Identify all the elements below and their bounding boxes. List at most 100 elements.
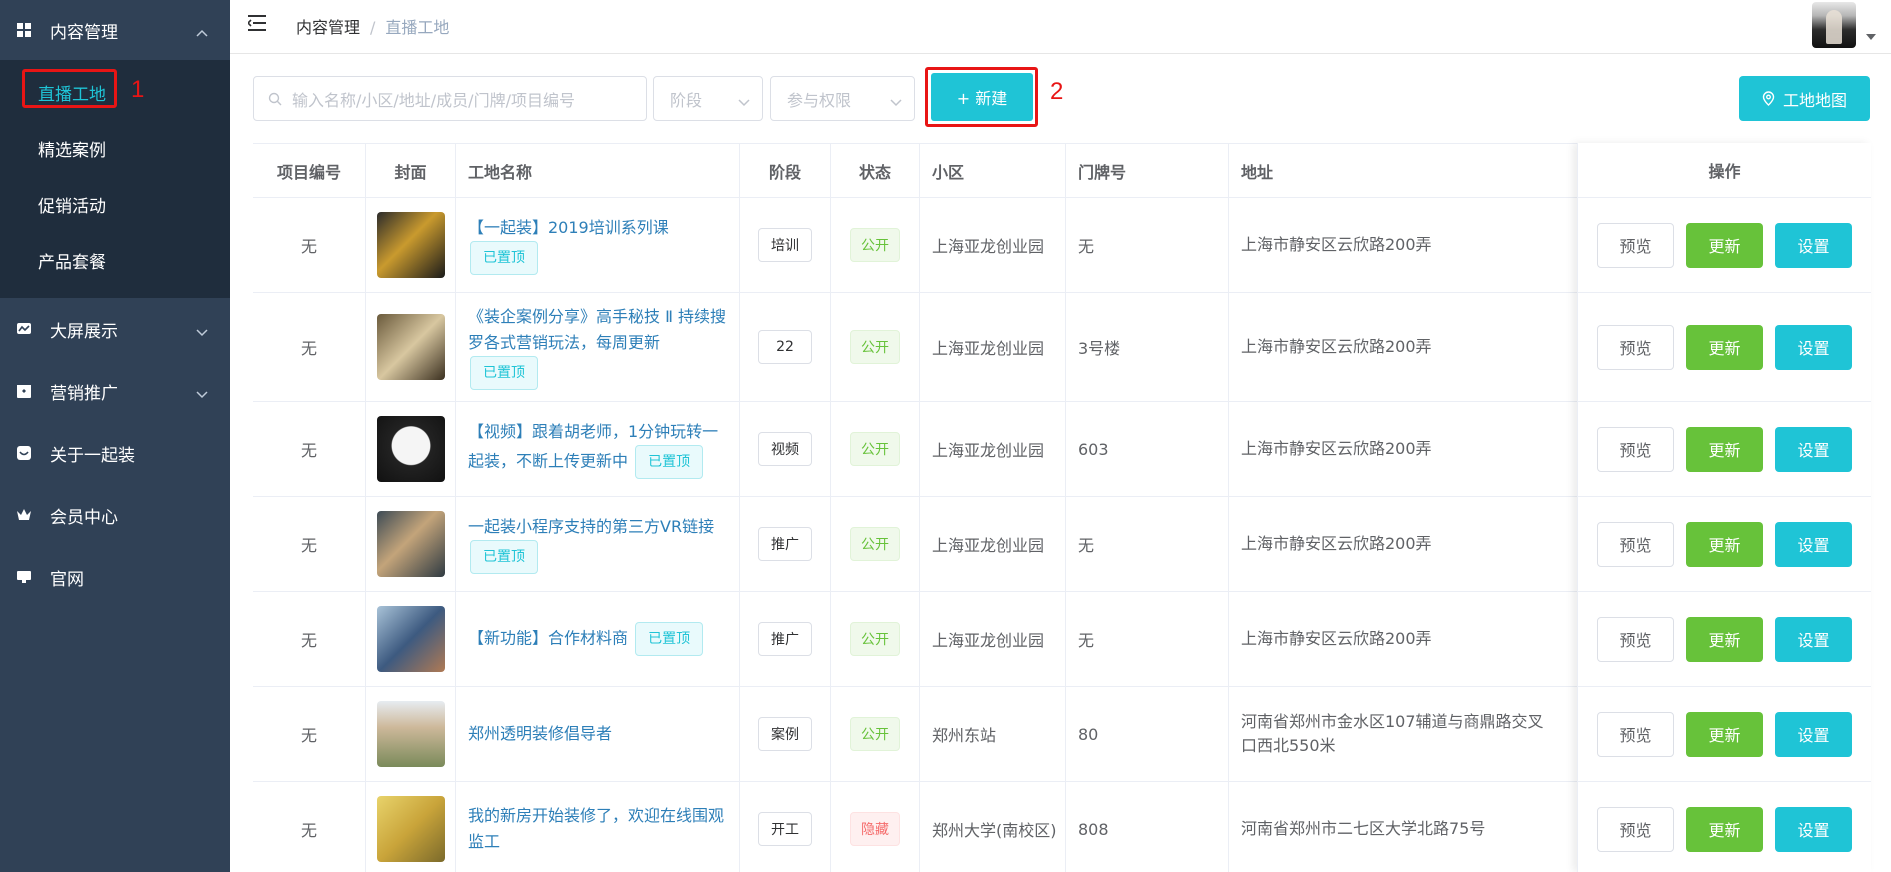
settings-button[interactable]: 设置 [1775,616,1852,662]
update-button[interactable]: 更新 [1686,324,1763,370]
site-name-link[interactable]: 一起装小程序支持的第三方VR链接 [468,517,714,536]
site-name-link[interactable]: 【新功能】合作材料商 [468,629,628,648]
settings-button[interactable]: 设置 [1775,324,1852,370]
site-name-link[interactable]: 【一起装】2019培训系列课 [468,218,669,237]
sidebar-item-about[interactable]: 关于一起装 [0,422,230,484]
status-badge: 公开 [850,432,900,466]
hamburger-icon[interactable] [246,14,268,32]
breadcrumb-item[interactable]: 内容管理 [296,18,360,37]
stage-tag: 开工 [758,812,812,846]
permission-select[interactable]: 参与权限 [770,76,915,121]
cover-image[interactable] [376,416,445,482]
sidebar-item-label: 营销推广 [50,383,118,404]
update-button[interactable]: 更新 [1686,426,1763,472]
search-placeholder: 输入名称/小区/地址/成员/门牌/项目编号 [292,90,575,110]
operations-column: 操作 预览 更新 设置 预览 更新 设置 预览 更新 设置 预览 更新 设置 预览 更新 设置 预览 更新 设置预… [1577,143,1871,872]
door-no-text: 无 [1078,631,1095,650]
update-button[interactable]: 更新 [1686,222,1763,268]
search-input[interactable]: 输入名称/小区/地址/成员/门牌/项目编号 [253,76,647,121]
caret-down-icon[interactable] [1866,34,1876,40]
cell-project-no: 无 [253,687,366,781]
update-button[interactable]: 更新 [1686,521,1763,567]
operations-body: 预览 更新 设置 预览 更新 设置 预览 更新 设置 预览 更新 设置 预览 更新 设置 预览 更新 设置 预览 更新… [1578,198,1871,872]
cover-image[interactable] [376,796,445,862]
site-name-link[interactable]: 郑州透明装修倡导者 [468,724,612,743]
site-name-link[interactable]: 我的新房开始装修了，欢迎在线围观监工 [468,806,724,851]
avatar[interactable] [1812,2,1856,48]
cell-door-no: 无 [1066,592,1229,686]
permission-placeholder: 参与权限 [787,90,852,110]
stage-tag: 培训 [758,228,812,262]
settings-button[interactable]: 设置 [1775,711,1852,757]
cell-door-no: 3号楼 [1066,293,1229,401]
col-header-project-no: 项目编号 [253,144,366,198]
site-map-button[interactable]: 工地地图 [1739,76,1870,121]
sidebar-item-website[interactable]: 官网 [0,546,230,608]
update-button[interactable]: 更新 [1686,616,1763,662]
project-no-text: 无 [300,631,317,650]
col-header-site-name: 工地名称 [456,144,740,198]
menu-label: 内容管理 [50,22,118,43]
community-text: 上海亚龙创业园 [932,441,1045,460]
address-text: 上海市静安区云欣路200弄 [1241,337,1432,356]
settings-button[interactable]: 设置 [1775,426,1852,472]
location-pin-icon [1762,91,1775,106]
cover-image[interactable] [376,606,445,672]
preview-button[interactable]: 预览 [1597,521,1674,567]
cell-project-no: 无 [253,782,366,872]
preview-button[interactable]: 预览 [1597,222,1674,268]
cell-project-no: 无 [253,592,366,686]
cell-site-name: 【一起装】2019培训系列课 已置顶 [456,198,740,292]
cell-community: 郑州大学(南校区) [920,782,1066,872]
site-name-link[interactable]: 《装企案例分享》高手秘技 Ⅱ 持续搜罗各式营销玩法，每周更新 [468,307,726,352]
search-icon [268,92,282,106]
sidebar-item-marketing[interactable]: 营销推广 [0,360,230,422]
settings-button[interactable]: 设置 [1775,222,1852,268]
settings-button[interactable]: 设置 [1775,521,1852,567]
preview-button[interactable]: 预览 [1597,324,1674,370]
monitor-icon [16,569,32,585]
project-no-text: 无 [300,237,317,256]
address-text: 上海市静安区云欣路200弄 [1241,439,1432,458]
sidebar-item-label: 官网 [50,569,84,590]
community-text: 上海亚龙创业园 [932,339,1045,358]
cell-stage: 视频 [740,402,831,496]
sidebar-item-packages[interactable]: 产品套餐 [0,232,230,288]
update-button[interactable]: 更新 [1686,711,1763,757]
sidebar-item-big-screen[interactable]: 大屏展示 [0,298,230,360]
new-button[interactable]: + 新建 [931,73,1033,121]
site-name-wrap: 【新功能】合作材料商 已置顶 [456,622,715,656]
preview-button[interactable]: 预览 [1597,426,1674,472]
sidebar-item-featured-cases[interactable]: 精选案例 [0,120,230,176]
cell-address: 河南省郑州市金水区107辅道与商鼎路交叉口西北550米 [1229,687,1567,781]
cover-image[interactable] [376,212,445,278]
update-button[interactable]: 更新 [1686,806,1763,852]
operations-row: 预览 更新 设置 [1578,592,1871,687]
cell-cover [366,497,456,591]
stage-tag: 22 [758,330,812,364]
address-text: 河南省郑州市金水区107辅道与商鼎路交叉口西北550米 [1241,712,1544,755]
cover-image[interactable] [376,511,445,577]
preview-button[interactable]: 预览 [1597,806,1674,852]
sidebar-item-member[interactable]: 会员中心 [0,484,230,546]
sidebar-item-promotions[interactable]: 促销活动 [0,176,230,232]
settings-button[interactable]: 设置 [1775,806,1852,852]
cell-address: 上海市静安区云欣路200弄 [1229,198,1567,292]
grid-icon [16,22,32,38]
stage-tag: 推广 [758,622,812,656]
cell-status: 公开 [831,497,920,591]
site-name-wrap: 郑州透明装修倡导者 [456,721,624,747]
sidebar: 内容管理 直播工地 精选案例 促销活动 产品套餐 大屏展示 营销推广 关于一起装 [0,0,230,872]
cell-address: 上海市静安区云欣路200弄 [1229,497,1567,591]
community-text: 郑州东站 [932,726,997,745]
preview-button[interactable]: 预览 [1597,616,1674,662]
menu-content-management[interactable]: 内容管理 [0,0,230,60]
cover-image[interactable] [376,314,445,380]
project-no-text: 无 [300,339,317,358]
stage-select[interactable]: 阶段 [653,76,763,121]
cell-community: 上海亚龙创业园 [920,293,1066,401]
cover-image[interactable] [376,701,445,767]
door-no-text: 无 [1078,536,1095,555]
door-no-text: 808 [1078,819,1109,839]
preview-button[interactable]: 预览 [1597,711,1674,757]
